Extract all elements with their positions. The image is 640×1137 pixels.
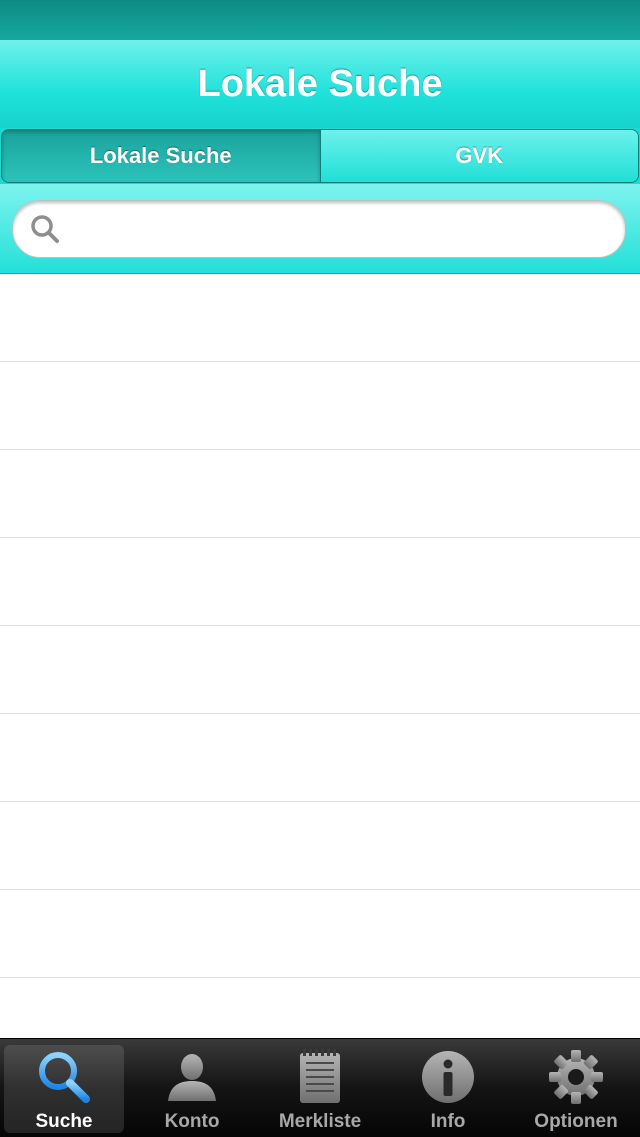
info-icon	[422, 1051, 474, 1103]
navigation-bar: Lokale Suche	[0, 40, 640, 129]
list-item[interactable]	[0, 978, 640, 1038]
list-item[interactable]	[0, 714, 640, 802]
results-list	[0, 274, 640, 1038]
list-item[interactable]	[0, 802, 640, 890]
list-item[interactable]	[0, 450, 640, 538]
person-icon	[168, 1054, 216, 1101]
search-input[interactable]	[71, 214, 615, 244]
tab-info[interactable]: Info	[384, 1039, 512, 1137]
segment-label: Lokale Suche	[89, 143, 232, 168]
tab-label: Merkliste	[278, 1111, 362, 1132]
tab-optionen[interactable]: Optionen	[512, 1039, 640, 1137]
list-item[interactable]	[0, 890, 640, 978]
search-field[interactable]	[12, 200, 626, 258]
list-item[interactable]	[0, 626, 640, 714]
gear-icon	[549, 1050, 603, 1104]
search-bar	[0, 184, 640, 274]
tab-konto[interactable]: Konto	[128, 1039, 256, 1137]
list-item[interactable]	[0, 538, 640, 626]
tab-label: Suche	[35, 1111, 93, 1132]
status-bar	[0, 0, 640, 40]
tab-label: Konto	[164, 1111, 220, 1132]
segment-lokale-suche[interactable]: Lokale Suche	[2, 130, 320, 182]
page-title: Lokale Suche	[197, 62, 443, 105]
tab-bar: Suche Konto Merkliste Info Optionen	[0, 1038, 640, 1137]
tab-label: Optionen	[534, 1111, 618, 1132]
list-item[interactable]	[0, 362, 640, 450]
segment-gvk[interactable]: GVK	[319, 130, 638, 182]
segmented-control: Lokale Suche GVK	[0, 128, 640, 184]
tab-label: Info	[430, 1111, 466, 1132]
search-icon	[31, 215, 59, 243]
list-item[interactable]	[0, 274, 640, 362]
tab-merkliste[interactable]: Merkliste	[256, 1039, 384, 1137]
segment-label: GVK	[455, 143, 504, 168]
tab-suche[interactable]: Suche	[0, 1039, 128, 1137]
magnifier-icon	[39, 1052, 90, 1103]
notepad-icon	[300, 1049, 340, 1103]
